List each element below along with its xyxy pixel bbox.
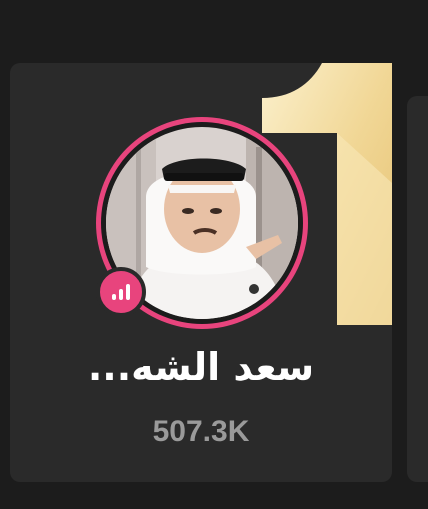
user-name: سعد الشه... — [87, 345, 315, 389]
follower-count: 507.3K — [152, 415, 250, 448]
leaderboard-card[interactable]: سعد الشه... 507.3K — [10, 63, 392, 482]
live-badge — [96, 267, 146, 317]
avatar[interactable] — [96, 117, 308, 329]
signal-bars-icon — [112, 284, 130, 300]
next-leaderboard-card[interactable] — [407, 96, 428, 482]
